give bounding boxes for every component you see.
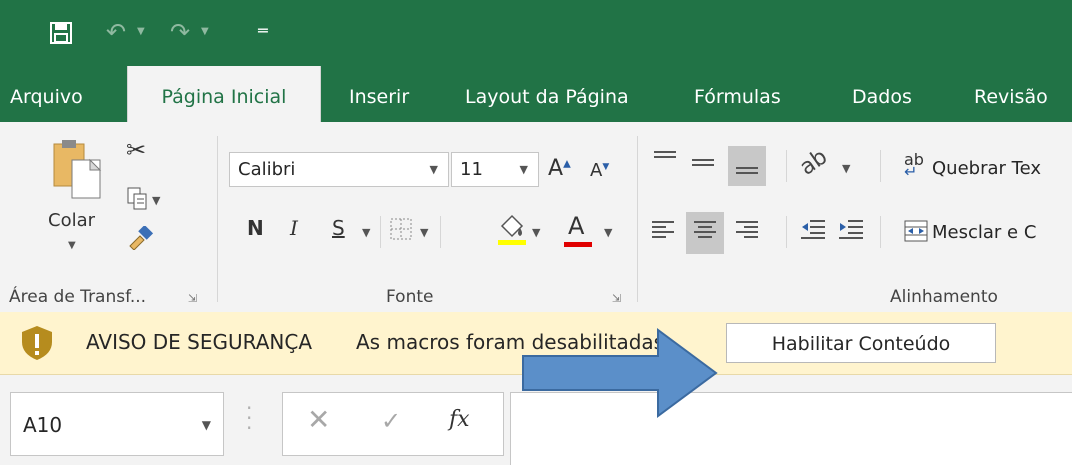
separator [380, 216, 381, 248]
underline-dropdown-icon[interactable]: ▼ [362, 226, 370, 239]
tab-dados[interactable]: Dados [852, 66, 912, 122]
paste-dropdown-icon[interactable]: ▼ [68, 240, 76, 251]
align-right-icon[interactable] [736, 218, 758, 241]
customize-toolbar-icon[interactable]: ═ [258, 21, 268, 40]
merge-button[interactable]: Mesclar e C [932, 222, 1036, 243]
undo-dropdown-icon[interactable]: ▼ [137, 26, 145, 37]
separator [880, 216, 881, 248]
decrease-indent-icon[interactable] [800, 218, 826, 244]
tab-layout-da-pagina[interactable]: Layout da Página [465, 66, 629, 122]
group-separator [217, 136, 218, 302]
underline-button[interactable]: S [332, 216, 345, 240]
borders-icon[interactable] [390, 218, 412, 244]
orientation-icon[interactable]: ab [795, 144, 832, 180]
name-box[interactable]: A10 ▼ [10, 392, 224, 456]
paste-icon[interactable] [52, 138, 102, 206]
group-separator [637, 136, 638, 302]
font-color-swatch [564, 242, 592, 247]
align-top-icon[interactable] [654, 148, 676, 161]
security-warning-title: AVISO DE SEGURANÇA [86, 330, 313, 354]
align-center-icon[interactable] [694, 218, 716, 241]
separator [440, 216, 441, 248]
separator [786, 216, 787, 248]
align-bottom-icon[interactable] [736, 164, 758, 177]
wrap-text-button[interactable]: Quebrar Tex [932, 158, 1041, 179]
tab-pagina-inicial[interactable]: Página Inicial [127, 66, 321, 124]
arrow-up-icon: ▲ [563, 158, 571, 170]
cancel-icon[interactable]: ✕ [307, 403, 330, 436]
title-bar: ↶ ▼ ↷ ▼ ═ [0, 0, 1072, 66]
separator [880, 150, 881, 182]
arrow-down-icon: ▼ [602, 162, 610, 172]
font-color-dropdown-icon[interactable]: ▼ [604, 226, 612, 239]
align-middle-icon[interactable] [692, 156, 714, 169]
name-box-value: A10 [23, 413, 63, 437]
wrap-text-icon[interactable]: ab ↵ [904, 152, 924, 180]
font-name-value: Calibri [238, 159, 296, 180]
borders-dropdown-icon[interactable]: ▼ [420, 226, 428, 239]
clipboard-group-label: Área de Transf... [9, 287, 147, 307]
increase-font-button[interactable]: A▲ [548, 156, 571, 181]
alignment-group-label: Alinhamento [890, 287, 998, 307]
clipboard-launcher-icon[interactable]: ⇲ [188, 292, 197, 305]
format-painter-icon[interactable] [126, 224, 154, 254]
ribbon: Colar ▼ ✂ ▼ Área de Transf... ⇲ Calibri … [0, 122, 1072, 313]
tab-inserir[interactable]: Inserir [349, 66, 409, 122]
fill-color-icon[interactable] [496, 212, 528, 250]
separator [786, 150, 787, 182]
font-launcher-icon[interactable]: ⇲ [612, 292, 621, 305]
font-name-select[interactable]: Calibri ▼ [229, 152, 449, 187]
redo-icon[interactable]: ↷ [170, 18, 190, 46]
annotation-arrow [522, 328, 718, 422]
bold-button[interactable]: N [247, 216, 264, 240]
chevron-down-icon[interactable]: ▼ [202, 418, 211, 432]
tab-revisao[interactable]: Revisão [974, 66, 1048, 122]
tab-arquivo[interactable]: Arquivo [10, 66, 83, 122]
orientation-dropdown-icon[interactable]: ▼ [842, 162, 850, 175]
formula-buttons: ✕ ✓ fx [282, 392, 504, 456]
undo-icon[interactable]: ↶ [106, 18, 126, 46]
enable-content-button[interactable]: Habilitar Conteúdo [726, 323, 996, 363]
decrease-font-button[interactable]: A▼ [590, 160, 609, 181]
copy-icon[interactable] [126, 186, 150, 216]
italic-button[interactable]: I [290, 216, 298, 240]
ribbon-tabs: Arquivo Página Inicial Inserir Layout da… [0, 66, 1072, 124]
fill-color-dropdown-icon[interactable]: ▼ [532, 226, 540, 239]
shield-warning-icon [18, 324, 56, 366]
chevron-down-icon: ▼ [429, 163, 438, 176]
insert-function-icon[interactable]: fx [449, 407, 470, 432]
align-left-icon[interactable] [652, 218, 674, 241]
redo-dropdown-icon[interactable]: ▼ [201, 26, 209, 37]
font-color-button[interactable]: A [562, 212, 594, 248]
merge-icon[interactable] [904, 220, 928, 246]
chevron-down-icon: ▼ [519, 163, 528, 176]
paste-label[interactable]: Colar [48, 210, 95, 231]
copy-dropdown-icon[interactable]: ▼ [152, 194, 160, 207]
tab-formulas[interactable]: Fórmulas [694, 66, 781, 122]
font-size-value: 11 [460, 159, 483, 180]
font-size-select[interactable]: 11 ▼ [451, 152, 539, 187]
increase-indent-icon[interactable] [838, 218, 864, 244]
resize-handle-icon[interactable]: · · · [246, 398, 252, 438]
save-icon[interactable] [50, 22, 72, 48]
check-icon[interactable]: ✓ [381, 407, 401, 435]
font-group-label: Fonte [386, 287, 434, 307]
cut-icon[interactable]: ✂ [126, 136, 146, 164]
